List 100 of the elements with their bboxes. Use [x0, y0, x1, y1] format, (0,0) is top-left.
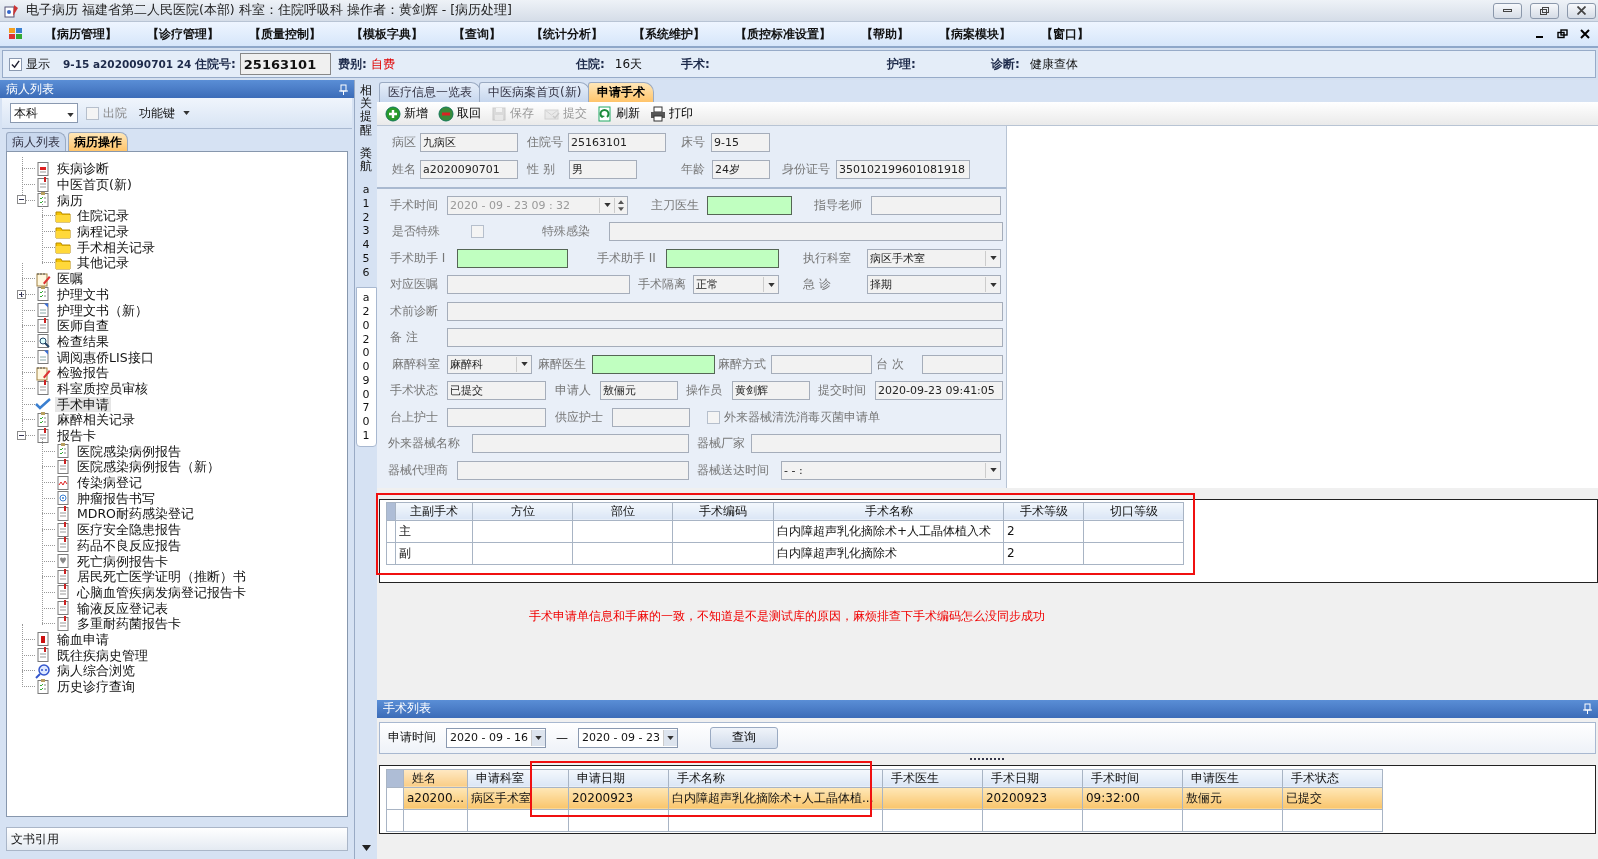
vertical-tab[interactable]: a2020090701: [355, 287, 377, 447]
tab[interactable]: 医疗信息一览表: [379, 82, 481, 102]
caret-icon[interactable]: [989, 468, 997, 473]
column-header[interactable]: 申请科室: [467, 769, 569, 787]
text-field[interactable]: [609, 222, 1003, 242]
checkbox[interactable]: [707, 410, 720, 424]
menu-item[interactable]: 【查询】: [450, 23, 504, 45]
tree-item[interactable]: 肿瘤报告书写: [75, 490, 157, 506]
tree-item[interactable]: 输血申请: [55, 631, 111, 647]
text-field[interactable]: [457, 248, 568, 268]
toolbar-button[interactable]: 刷新: [595, 104, 642, 123]
text-field[interactable]: a2020090701: [420, 160, 518, 179]
tree-item[interactable]: 护理文书: [55, 286, 111, 302]
text-field[interactable]: [871, 195, 1001, 215]
dropdown-field[interactable]: 正常: [693, 275, 779, 295]
caret-icon[interactable]: [989, 282, 997, 287]
menu-item[interactable]: 【帮助】: [858, 23, 912, 45]
column-header[interactable]: 申请日期: [568, 769, 669, 787]
caret-icon[interactable]: [67, 113, 74, 117]
menu-item[interactable]: 【模板字典】: [348, 23, 426, 45]
menu-item[interactable]: 【诊疗管理】: [144, 23, 222, 45]
menu-item[interactable]: 【质控标准设置】: [732, 23, 834, 45]
column-header[interactable]: 姓名: [403, 769, 468, 787]
tree-item[interactable]: 居民死亡医学证明（推断）书: [75, 569, 248, 585]
menu-item[interactable]: 【病历管理】: [42, 23, 120, 45]
column-header[interactable]: 手术状态: [1282, 769, 1383, 787]
toolbar-button[interactable]: 打印: [648, 104, 695, 123]
text-field[interactable]: [666, 248, 779, 268]
menu-item[interactable]: 【病案模块】: [936, 23, 1014, 45]
menu-icon[interactable]: [8, 27, 24, 41]
menu-item[interactable]: 【质量控制】: [246, 23, 324, 45]
scroll-down-icon[interactable]: [361, 845, 371, 851]
tree-item[interactable]: 病历: [55, 192, 85, 208]
collapse-icon[interactable]: [17, 430, 26, 440]
tree-item[interactable]: 医院感染病例报告（新）: [75, 459, 222, 475]
caret-icon[interactable]: [667, 735, 674, 740]
text-field[interactable]: [447, 407, 546, 427]
text-field[interactable]: 2020-09-23 09:41:05: [875, 381, 1003, 401]
tree-item[interactable]: 中医首页(新): [55, 177, 134, 193]
department-dropdown[interactable]: 本科: [10, 103, 78, 123]
text-field[interactable]: [472, 434, 689, 454]
tree-item[interactable]: 历史诊疗查询: [55, 679, 137, 695]
checkbox[interactable]: [471, 225, 484, 239]
dropdown-field[interactable]: 麻醉科: [447, 354, 532, 374]
tree-item[interactable]: 住院记录: [75, 208, 131, 224]
vertical-tab[interactable]: a123456: [357, 181, 375, 282]
date-field[interactable]: 2020 - 09 - 23: [578, 727, 678, 748]
vertical-tab[interactable]: 相关提醒: [357, 82, 375, 139]
text-field[interactable]: [922, 354, 1003, 374]
function-key-menu[interactable]: 功能键: [139, 104, 190, 122]
tree-item[interactable]: 报告卡: [55, 428, 98, 444]
text-field[interactable]: 黄剑辉: [732, 381, 810, 401]
tree-item[interactable]: 手术申请: [55, 396, 111, 412]
toolbar-button[interactable]: 新增: [383, 104, 430, 123]
dropdown-field[interactable]: 择期: [867, 275, 1001, 295]
splitter-grip-icon[interactable]: [969, 757, 1006, 761]
dropdown-field[interactable]: - - :: [781, 460, 1001, 480]
tree-item[interactable]: 麻醉相关记录: [55, 412, 137, 428]
tree-item[interactable]: 医院感染病例报告: [75, 443, 183, 459]
column-header[interactable]: 手术时间: [1082, 769, 1183, 787]
tree-item[interactable]: 病人综合浏览: [55, 663, 137, 679]
close-icon[interactable]: [1580, 29, 1590, 39]
restore-icon[interactable]: [1557, 29, 1568, 39]
caret-icon[interactable]: [767, 282, 775, 287]
text-field[interactable]: [771, 354, 872, 374]
query-button[interactable]: 查询: [710, 726, 778, 749]
tree-item[interactable]: 既往疾病史管理: [55, 647, 150, 663]
menu-item[interactable]: 【窗口】: [1038, 23, 1092, 45]
tree-item[interactable]: 病程记录: [75, 224, 131, 240]
close-button[interactable]: [1567, 2, 1596, 19]
tree-item[interactable]: 疾病诊断: [55, 161, 111, 177]
panel-footer[interactable]: 文书引用: [11, 830, 59, 848]
text-field[interactable]: 男: [569, 160, 637, 179]
text-field[interactable]: 敖俪元: [600, 381, 678, 401]
caret-icon[interactable]: [535, 735, 542, 740]
text-field[interactable]: [447, 328, 1003, 348]
column-header[interactable]: 手术名称: [668, 769, 883, 787]
expand-icon[interactable]: [17, 289, 26, 299]
text-field[interactable]: 九病区: [420, 133, 518, 152]
tree-item[interactable]: 传染病登记: [75, 475, 144, 491]
tab[interactable]: 申请手术: [588, 82, 655, 102]
text-field[interactable]: [447, 301, 1003, 321]
tree-item[interactable]: 科室质控员审核: [55, 380, 150, 396]
vertical-tab[interactable]: 粪航: [357, 144, 375, 176]
tab[interactable]: 病历操作: [68, 132, 128, 151]
pin-icon[interactable]: [339, 83, 348, 95]
text-field[interactable]: 9-15: [711, 133, 770, 152]
text-field[interactable]: [447, 275, 630, 295]
tree-item[interactable]: 心脑血管疾病发病登记报告卡: [75, 584, 248, 600]
tree-item[interactable]: 输液反应登记表: [75, 600, 170, 616]
text-field[interactable]: [592, 354, 715, 374]
admission-number-field[interactable]: 25163101: [239, 53, 331, 75]
text-field[interactable]: [707, 195, 792, 215]
text-field[interactable]: [457, 460, 689, 480]
dropdown-field[interactable]: 病区手术室: [867, 248, 1001, 268]
checkbox[interactable]: [86, 106, 99, 120]
text-field[interactable]: [612, 407, 690, 427]
tree-item[interactable]: 药品不良反应报告: [75, 537, 183, 553]
column-header[interactable]: 申请医生: [1182, 769, 1283, 787]
tab[interactable]: 中医病案首页(新): [479, 82, 591, 102]
